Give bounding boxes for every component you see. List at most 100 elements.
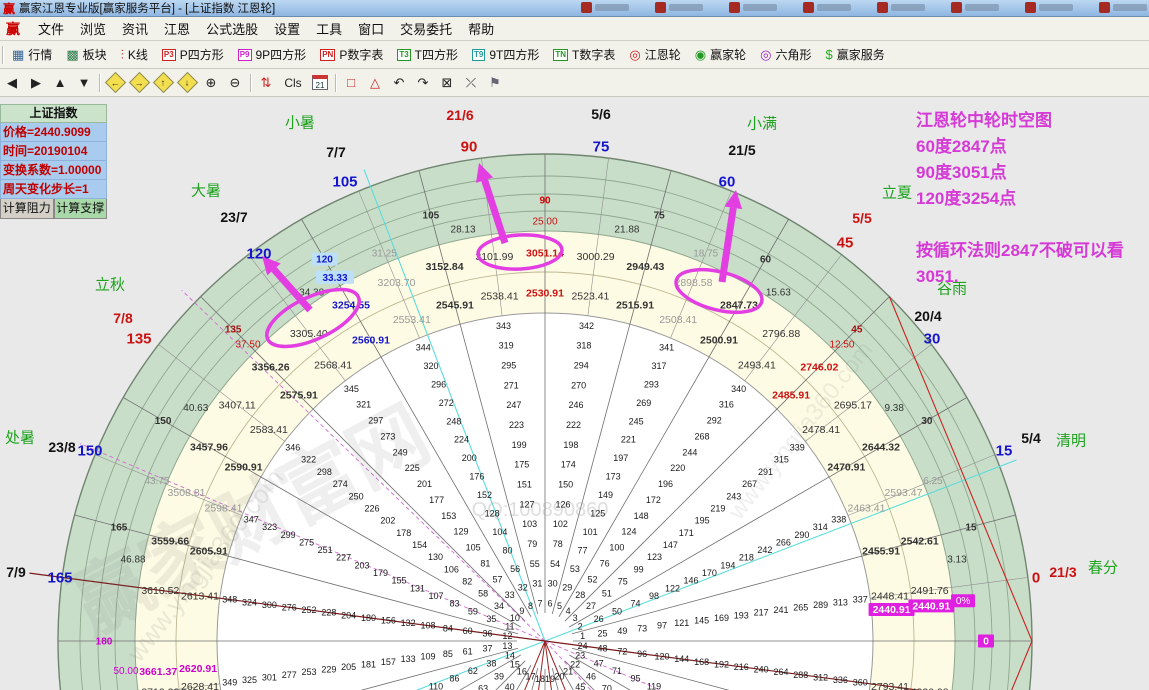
svg-text:0: 0 <box>1032 569 1040 586</box>
svg-text:314: 314 <box>813 522 828 532</box>
svg-text:241: 241 <box>773 605 788 615</box>
svg-text:105: 105 <box>332 173 357 190</box>
svg-text:清明: 清明 <box>1056 432 1086 449</box>
diamond-down-icon[interactable]: ↓ <box>175 72 199 94</box>
svg-text:296: 296 <box>431 379 446 389</box>
svg-text:2500.91: 2500.91 <box>700 334 738 346</box>
arrow-right-icon[interactable]: ▶ <box>24 72 48 94</box>
svg-text:24: 24 <box>578 641 588 651</box>
svg-text:2793.41: 2793.41 <box>871 681 909 690</box>
calc-support-button[interactable]: 计算支撑 <box>54 199 108 219</box>
square-tool-icon[interactable]: □ <box>339 72 363 94</box>
expand-icon[interactable]: ⊠ <box>435 72 459 94</box>
taskbar-shortcut-icon <box>803 2 851 13</box>
svg-text:3508.81: 3508.81 <box>168 487 206 499</box>
svg-text:6: 6 <box>547 598 552 608</box>
svg-text:2508.41: 2508.41 <box>659 314 697 326</box>
svg-text:124: 124 <box>621 527 636 537</box>
toolbar-button-行情[interactable]: ▦行情 <box>5 44 59 66</box>
diamond-right-icon[interactable]: → <box>127 72 151 94</box>
svg-text:23: 23 <box>575 651 585 661</box>
svg-text:2568.41: 2568.41 <box>314 360 352 372</box>
svg-text:271: 271 <box>504 380 519 390</box>
toolbar-button-六角形[interactable]: ◎六角形 <box>753 44 818 66</box>
calendar-icon[interactable]: 21 <box>308 72 332 94</box>
svg-text:15.63: 15.63 <box>766 287 791 298</box>
toolbar-button-赢家轮[interactable]: ◉赢家轮 <box>688 44 753 66</box>
window-title: 赢家江恩专业版[赢家服务平台] - [上证指数 江恩轮] <box>19 0 275 16</box>
menu-item-2[interactable]: 资讯 <box>114 17 156 40</box>
svg-text:0%: 0% <box>956 596 971 607</box>
toolbar-button-9T四方形[interactable]: T99T四方形 <box>465 44 546 66</box>
toolbar-button-label: 行情 <box>28 46 52 63</box>
svg-text:2949.43: 2949.43 <box>626 261 664 273</box>
svg-text:170: 170 <box>702 568 717 578</box>
svg-text:3.13: 3.13 <box>947 555 967 566</box>
cls-button[interactable]: Cls <box>278 72 308 94</box>
updown-icon[interactable]: ⇅ <box>254 72 278 94</box>
wheel-annotation-text: 江恩轮中轮时空图60度2847点90度3051点120度3254点按循环法则28… <box>916 108 1124 290</box>
menu-item-5[interactable]: 设置 <box>266 17 308 40</box>
menu-item-8[interactable]: 交易委托 <box>392 17 460 40</box>
diamond-up-icon[interactable]: ↑ <box>151 72 175 94</box>
svg-text:323: 323 <box>262 522 277 532</box>
svg-text:344: 344 <box>416 342 431 352</box>
svg-text:131: 131 <box>410 583 425 593</box>
menu-item-0[interactable]: 文件 <box>30 17 72 40</box>
svg-text:5: 5 <box>557 601 562 611</box>
rotate-cw-icon[interactable]: ↷ <box>411 72 435 94</box>
shrink-icon[interactable]: ⤫ <box>459 72 483 94</box>
svg-text:341: 341 <box>659 342 674 352</box>
annotation-line-3: 120度3254点 <box>916 186 1124 212</box>
svg-text:312: 312 <box>813 672 828 682</box>
svg-text:3203.70: 3203.70 <box>378 277 416 289</box>
menu-item-3[interactable]: 江恩 <box>156 17 198 40</box>
svg-text:267: 267 <box>742 479 757 489</box>
svg-text:2545.91: 2545.91 <box>436 300 474 312</box>
toolbar-button-P四方形[interactable]: P3P四方形 <box>155 44 231 66</box>
svg-text:30: 30 <box>924 330 941 347</box>
arrow-up-icon[interactable]: ▲ <box>48 72 72 94</box>
menu-item-1[interactable]: 浏览 <box>72 17 114 40</box>
menu-item-4[interactable]: 公式选股 <box>198 17 266 40</box>
svg-text:105: 105 <box>423 211 440 222</box>
svg-text:229: 229 <box>321 665 336 675</box>
toolbar-button-赢家服务[interactable]: $赢家服务 <box>818 44 891 66</box>
pin-icon[interactable]: ⚑ <box>483 72 507 94</box>
toolbar-button-T数字表[interactable]: TNT数字表 <box>546 44 622 66</box>
svg-text:293: 293 <box>644 379 659 389</box>
svg-text:194: 194 <box>720 560 735 570</box>
rotate-ccw-icon[interactable]: ↶ <box>387 72 411 94</box>
svg-text:6.25: 6.25 <box>923 476 943 487</box>
svg-text:3: 3 <box>573 613 578 623</box>
svg-text:96: 96 <box>637 649 647 659</box>
toolbar-button-K线[interactable]: ⫶K线 <box>114 44 155 66</box>
zoom-out-icon[interactable]: ⊖ <box>223 72 247 94</box>
toolbar-button-T四方形[interactable]: T3T四方形 <box>390 44 465 66</box>
diamond-left-icon[interactable]: ← <box>103 72 127 94</box>
toolbar-button-P数字表[interactable]: PNP数字表 <box>313 44 390 66</box>
menu-item-6[interactable]: 工具 <box>308 17 350 40</box>
svg-text:227: 227 <box>336 553 351 563</box>
menu-item-7[interactable]: 窗口 <box>350 17 392 40</box>
arrow-left-icon[interactable]: ◀ <box>0 72 24 94</box>
chart-area: 赢家财富网www.yingjia360.comwww.yingjia360.co… <box>0 97 1149 690</box>
svg-text:110: 110 <box>429 681 443 690</box>
zoom-in-icon[interactable]: ⊕ <box>199 72 223 94</box>
arrow-down-icon[interactable]: ▼ <box>72 72 96 94</box>
toolbar-button-板块[interactable]: ▩板块 <box>59 44 113 66</box>
toolbar-button-江恩轮[interactable]: ◎江恩轮 <box>622 44 687 66</box>
svg-text:57: 57 <box>493 574 503 584</box>
svg-text:120: 120 <box>246 245 271 262</box>
taskbar-shortcut-icon <box>729 2 777 13</box>
calc-resistance-button[interactable]: 计算阻力 <box>0 199 54 219</box>
t-table-icon: TN <box>553 49 568 61</box>
menu-item-9[interactable]: 帮助 <box>460 17 502 40</box>
triangle-tool-icon[interactable]: △ <box>363 72 387 94</box>
toolbar-button-9P四方形[interactable]: P99P四方形 <box>231 44 313 66</box>
svg-text:266: 266 <box>776 537 791 547</box>
svg-text:316: 316 <box>719 400 734 410</box>
svg-text:60: 60 <box>760 255 772 266</box>
svg-text:145: 145 <box>694 616 709 626</box>
svg-text:3712.22: 3712.22 <box>141 686 179 690</box>
